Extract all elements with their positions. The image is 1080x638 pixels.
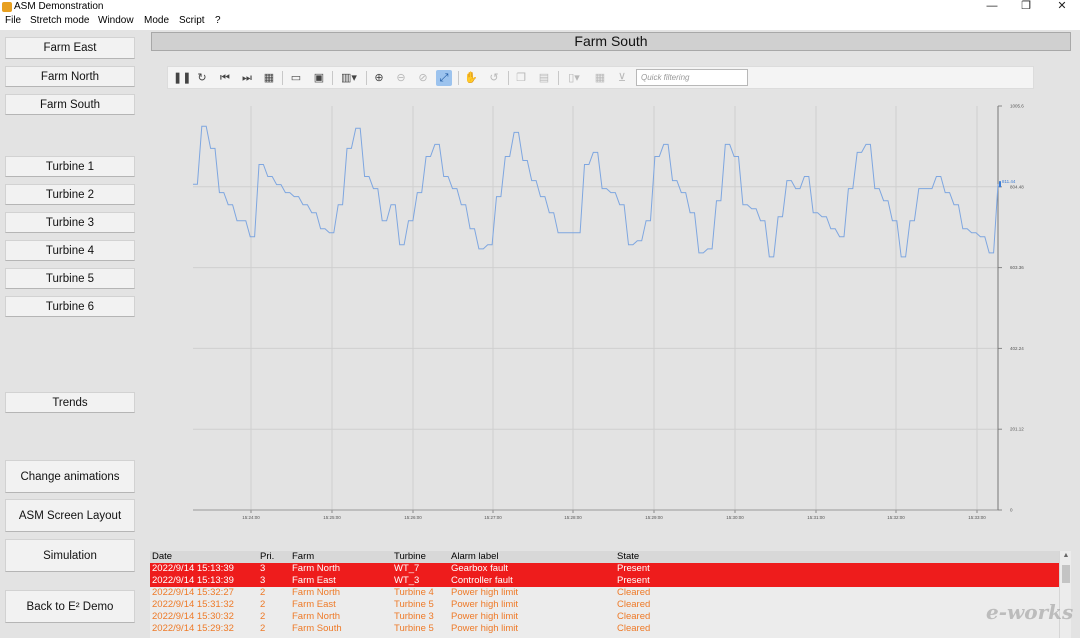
trend-chart: 15:24:00 15:25:00 15:26:00 15:27:00 15:28:00…	[193, 104, 1024, 520]
alarm-cell-priority: 2	[260, 599, 266, 610]
alarm-cell-state: Present	[617, 575, 650, 586]
alarm-cell-alarm-label: Power high limit	[451, 587, 519, 598]
x-tick-label: 15:30:00	[726, 515, 744, 520]
x-tick-label: 15:24:00	[242, 515, 260, 520]
alarm-cell-farm: Farm South	[292, 623, 342, 634]
x-tick-label: 15:29:00	[645, 515, 663, 520]
alarm-cell-state: Cleared	[617, 611, 651, 622]
alarm-cell-date: 2022/9/14 15:32:27	[152, 587, 234, 598]
alarm-cell-priority: 2	[260, 611, 266, 622]
alarm-cell-alarm-label: Gearbox fault	[451, 563, 509, 574]
alarm-row[interactable]: 2022/9/14 15:30:32 2 Farm North Turbine 3 Po…	[150, 611, 1059, 623]
column-header-farm[interactable]: Farm	[292, 551, 314, 563]
alarm-cell-alarm-label: Power high limit	[451, 599, 519, 610]
current-value-marker	[999, 181, 1001, 188]
y-tick-label: 1005.6	[1010, 104, 1024, 109]
alarm-cell-alarm-label: Power high limit	[451, 623, 519, 634]
alarm-row[interactable]: 2022/9/14 15:13:39 3 Farm North WT_7 Gearbox…	[150, 563, 1059, 575]
alarm-cell-farm: Farm North	[292, 587, 341, 598]
alarm-cell-state: Cleared	[617, 587, 651, 598]
y-tick-label: 201.12	[1010, 427, 1024, 432]
y-tick-label: 603.36	[1010, 265, 1024, 270]
alarm-cell-date: 2022/9/14 15:30:32	[152, 611, 234, 622]
scroll-thumb[interactable]	[1062, 565, 1070, 583]
column-header-date[interactable]: Date	[152, 551, 172, 563]
x-tick-label: 15:31:00	[807, 515, 825, 520]
current-value-label: 811.44	[1002, 179, 1016, 184]
alarm-cell-turbine: Turbine 5	[394, 599, 434, 610]
alarm-cell-farm: Farm East	[292, 575, 336, 586]
x-tick-label: 15:33:00	[968, 515, 986, 520]
alarm-row[interactable]: 2022/9/14 15:13:39 3 Farm East WT_3 Controll…	[150, 575, 1059, 587]
alarm-row[interactable]: 2022/9/14 15:32:27 2 Farm North Turbine 4 Po…	[150, 587, 1059, 599]
alarm-table: Date Pri. Farm Turbine Alarm label State…	[150, 551, 1059, 638]
app-window: ASM Demonstration — ❐ ✕ File Stretch mod…	[0, 0, 1080, 638]
alarm-row[interactable]: 2022/9/14 15:31:32 2 Farm East Turbine 5 Pow…	[150, 599, 1059, 611]
alarm-cell-priority: 3	[260, 575, 266, 586]
alarm-cell-priority: 2	[260, 587, 266, 598]
column-header-turbine[interactable]: Turbine	[394, 551, 426, 563]
alarm-cell-alarm-label: Power high limit	[451, 611, 519, 622]
y-tick-label: 804.48	[1010, 184, 1024, 189]
alarm-cell-priority: 3	[260, 563, 266, 574]
y-tick-label: 0	[1010, 508, 1013, 513]
x-tick-label: 15:27:00	[484, 515, 502, 520]
alarm-cell-date: 2022/9/14 15:31:32	[152, 599, 234, 610]
alarm-cell-priority: 2	[260, 623, 266, 634]
alarm-cell-turbine: Turbine 4	[394, 587, 434, 598]
alarm-cell-state: Cleared	[617, 599, 651, 610]
alarm-cell-farm: Farm North	[292, 611, 341, 622]
watermark-logo: e-works	[986, 600, 1074, 624]
alarm-cell-state: Cleared	[617, 623, 651, 634]
alarm-cell-turbine: Turbine 3	[394, 611, 434, 622]
alarm-cell-alarm-label: Controller fault	[451, 575, 513, 586]
alarm-cell-date: 2022/9/14 15:13:39	[152, 575, 234, 586]
y-tick-label: 402.24	[1010, 346, 1024, 351]
column-header-alarm-label[interactable]: Alarm label	[451, 551, 499, 563]
column-header-state[interactable]: State	[617, 551, 639, 563]
alarm-cell-turbine: WT_7	[394, 563, 420, 574]
alarm-cell-farm: Farm East	[292, 599, 336, 610]
series-line	[193, 125, 999, 258]
alarm-cell-date: 2022/9/14 15:29:32	[152, 623, 234, 634]
alarm-table-header: Date Pri. Farm Turbine Alarm label State	[150, 551, 1059, 563]
scroll-up-icon[interactable]: ▲	[1061, 552, 1071, 562]
column-header-priority[interactable]: Pri.	[260, 551, 274, 563]
alarm-cell-farm: Farm North	[292, 563, 341, 574]
alarm-cell-turbine: WT_3	[394, 575, 420, 586]
x-tick-label: 15:32:00	[887, 515, 905, 520]
x-tick-label: 15:26:00	[404, 515, 422, 520]
alarm-cell-state: Present	[617, 563, 650, 574]
x-tick-label: 15:28:00	[564, 515, 582, 520]
x-tick-label: 15:25:00	[323, 515, 341, 520]
alarm-cell-turbine: Turbine 5	[394, 623, 434, 634]
alarm-cell-date: 2022/9/14 15:13:39	[152, 563, 234, 574]
alarm-row[interactable]: 2022/9/14 15:29:32 2 Farm South Turbine 5 Po…	[150, 623, 1059, 635]
